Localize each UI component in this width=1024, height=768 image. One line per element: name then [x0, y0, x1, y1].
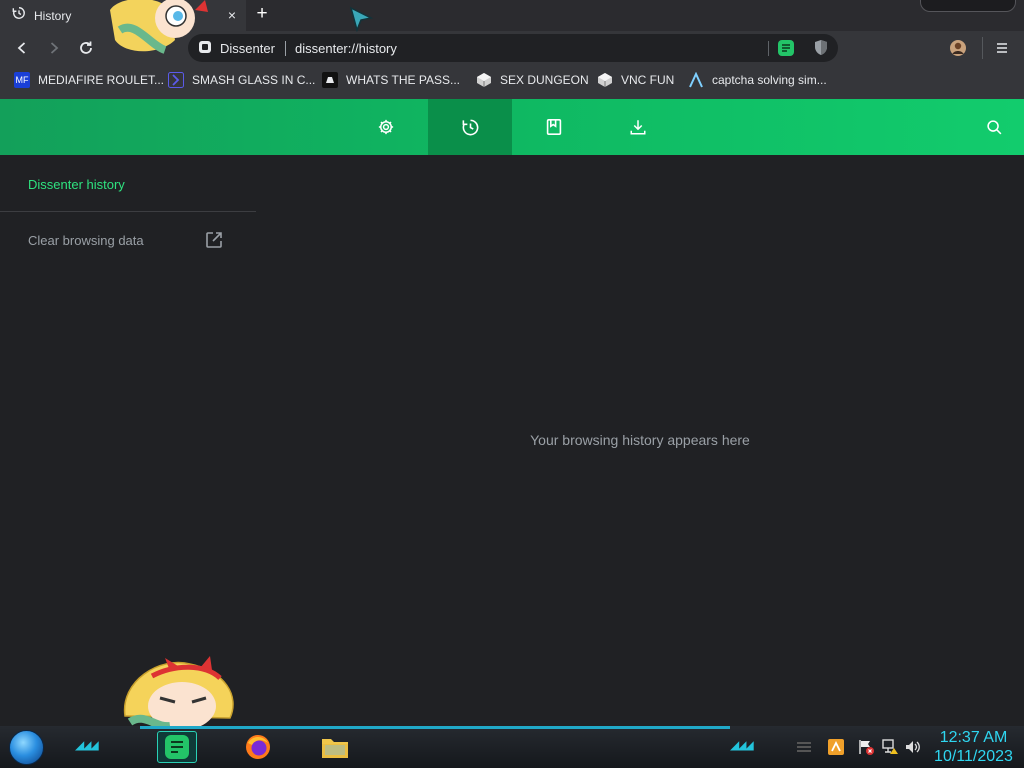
forward-button[interactable]: [43, 37, 65, 59]
external-link-icon[interactable]: [205, 231, 223, 249]
sidebar-divider: [0, 211, 256, 212]
app-tray-icon[interactable]: [828, 739, 844, 755]
cartoon-sticker-top: [100, 0, 220, 55]
bookmark-icon: [546, 119, 562, 135]
avatar-icon: [950, 40, 966, 56]
start-button[interactable]: [9, 730, 44, 765]
download-icon: [630, 120, 646, 135]
profile-avatar[interactable]: [947, 37, 969, 59]
bookmark-item[interactable]: captcha solving sim...: [688, 65, 827, 95]
system-clock[interactable]: 12:37 AM 10/11/2023: [926, 728, 1021, 766]
bookmark-item[interactable]: VNC FUN: [597, 65, 674, 95]
nav-settings[interactable]: [344, 99, 428, 155]
gear-icon: [378, 119, 394, 135]
shield-icon[interactable]: [814, 39, 828, 61]
bookmark-item[interactable]: WHATS THE PASS...: [322, 65, 460, 95]
menu-button[interactable]: [991, 37, 1013, 59]
bookmark-item[interactable]: SMASH GLASS IN C...: [168, 65, 315, 95]
tab-close-button[interactable]: ×: [225, 7, 239, 23]
tab-title: History: [34, 8, 72, 23]
cube-bookmark-icon: [597, 72, 613, 88]
nav-history[interactable]: [428, 99, 512, 155]
bookmark-label: VNC FUN: [621, 73, 675, 87]
history-icon: [462, 119, 478, 135]
taskbar-app-file-explorer[interactable]: [315, 731, 355, 763]
bookmark-item[interactable]: SEX DUNGEON: [476, 65, 589, 95]
toolbar-divider: [982, 37, 983, 59]
bookmark-label: SEX DUNGEON: [500, 73, 589, 87]
bookmark-item[interactable]: MF MEDIAFIRE ROULET...: [14, 65, 164, 95]
bookmark-label: WHATS THE PASS...: [346, 73, 461, 87]
bookmark-label: MEDIAFIRE ROULET...: [38, 73, 165, 87]
taskbar-app-firefox[interactable]: [238, 731, 278, 763]
chevron-decoration-icon: ◢◢◢: [75, 738, 99, 752]
reload-button[interactable]: [75, 37, 97, 59]
clear-browsing-data-link[interactable]: Clear browsing data: [28, 233, 144, 248]
nav-downloads[interactable]: [596, 99, 680, 155]
dissenter-app-icon: [165, 735, 189, 759]
forward-arrow-icon: [50, 42, 59, 54]
clock-time: 12:37 AM: [939, 729, 1008, 746]
site-name: Dissenter: [220, 41, 275, 56]
search-icon: [986, 119, 1001, 134]
chevron-decoration-icon: ◢◢◢: [730, 738, 754, 752]
empty-history-message: Your browsing history appears here: [530, 432, 750, 448]
address-bar[interactable]: Dissenter dissenter://history: [188, 34, 838, 62]
flag-alert-icon[interactable]: [858, 739, 874, 755]
new-tab-button[interactable]: +: [252, 4, 272, 25]
chevron-bookmark-icon: [168, 72, 184, 88]
cube-bookmark-icon: [476, 72, 492, 88]
taskbar-accent: [140, 726, 730, 729]
taskbar: ◢◢◢ ◢◢◢ 12:37 AM 10/11/2023: [0, 726, 1024, 768]
taskbar-app-dissenter[interactable]: [157, 731, 197, 763]
url-text[interactable]: dissenter://history: [295, 41, 397, 56]
bookmarks-bar: MF MEDIAFIRE ROULET... SMASH GLASS IN C.…: [0, 65, 1024, 99]
search-button[interactable]: [952, 99, 1024, 155]
clock-date: 10/11/2023: [934, 748, 1013, 765]
cursor-sticker: [347, 4, 375, 33]
mediafire-icon: MF: [14, 72, 30, 88]
dissenter-comment-icon[interactable]: [778, 40, 794, 61]
network-icon[interactable]: [882, 739, 898, 755]
sidebar-title[interactable]: Dissenter history: [28, 177, 125, 192]
address-divider: [285, 41, 286, 56]
cartoon-sticker-bottom: [120, 656, 240, 731]
bookmark-label: captcha solving sim...: [712, 73, 827, 87]
reload-icon: [80, 41, 92, 54]
browser-window: History × + Dissenter dissenter://histor…: [0, 0, 1024, 768]
folder-icon: [322, 739, 348, 758]
back-arrow-icon: [17, 42, 26, 54]
history-icon: [12, 6, 26, 25]
app-header: [0, 99, 1024, 155]
firefox-icon: [246, 735, 270, 759]
nav-bookmarks[interactable]: [512, 99, 596, 155]
window-frame-decoration: [920, 0, 1016, 12]
volume-icon[interactable]: [905, 739, 921, 755]
terminal-bookmark-icon: [322, 72, 338, 88]
action-center-icon[interactable]: [795, 739, 811, 755]
lambda-bookmark-icon: [688, 72, 704, 88]
extension-divider: [768, 41, 769, 56]
back-button[interactable]: [11, 37, 33, 59]
bookmark-label: SMASH GLASS IN C...: [192, 73, 316, 87]
menu-icon: [997, 43, 1007, 53]
